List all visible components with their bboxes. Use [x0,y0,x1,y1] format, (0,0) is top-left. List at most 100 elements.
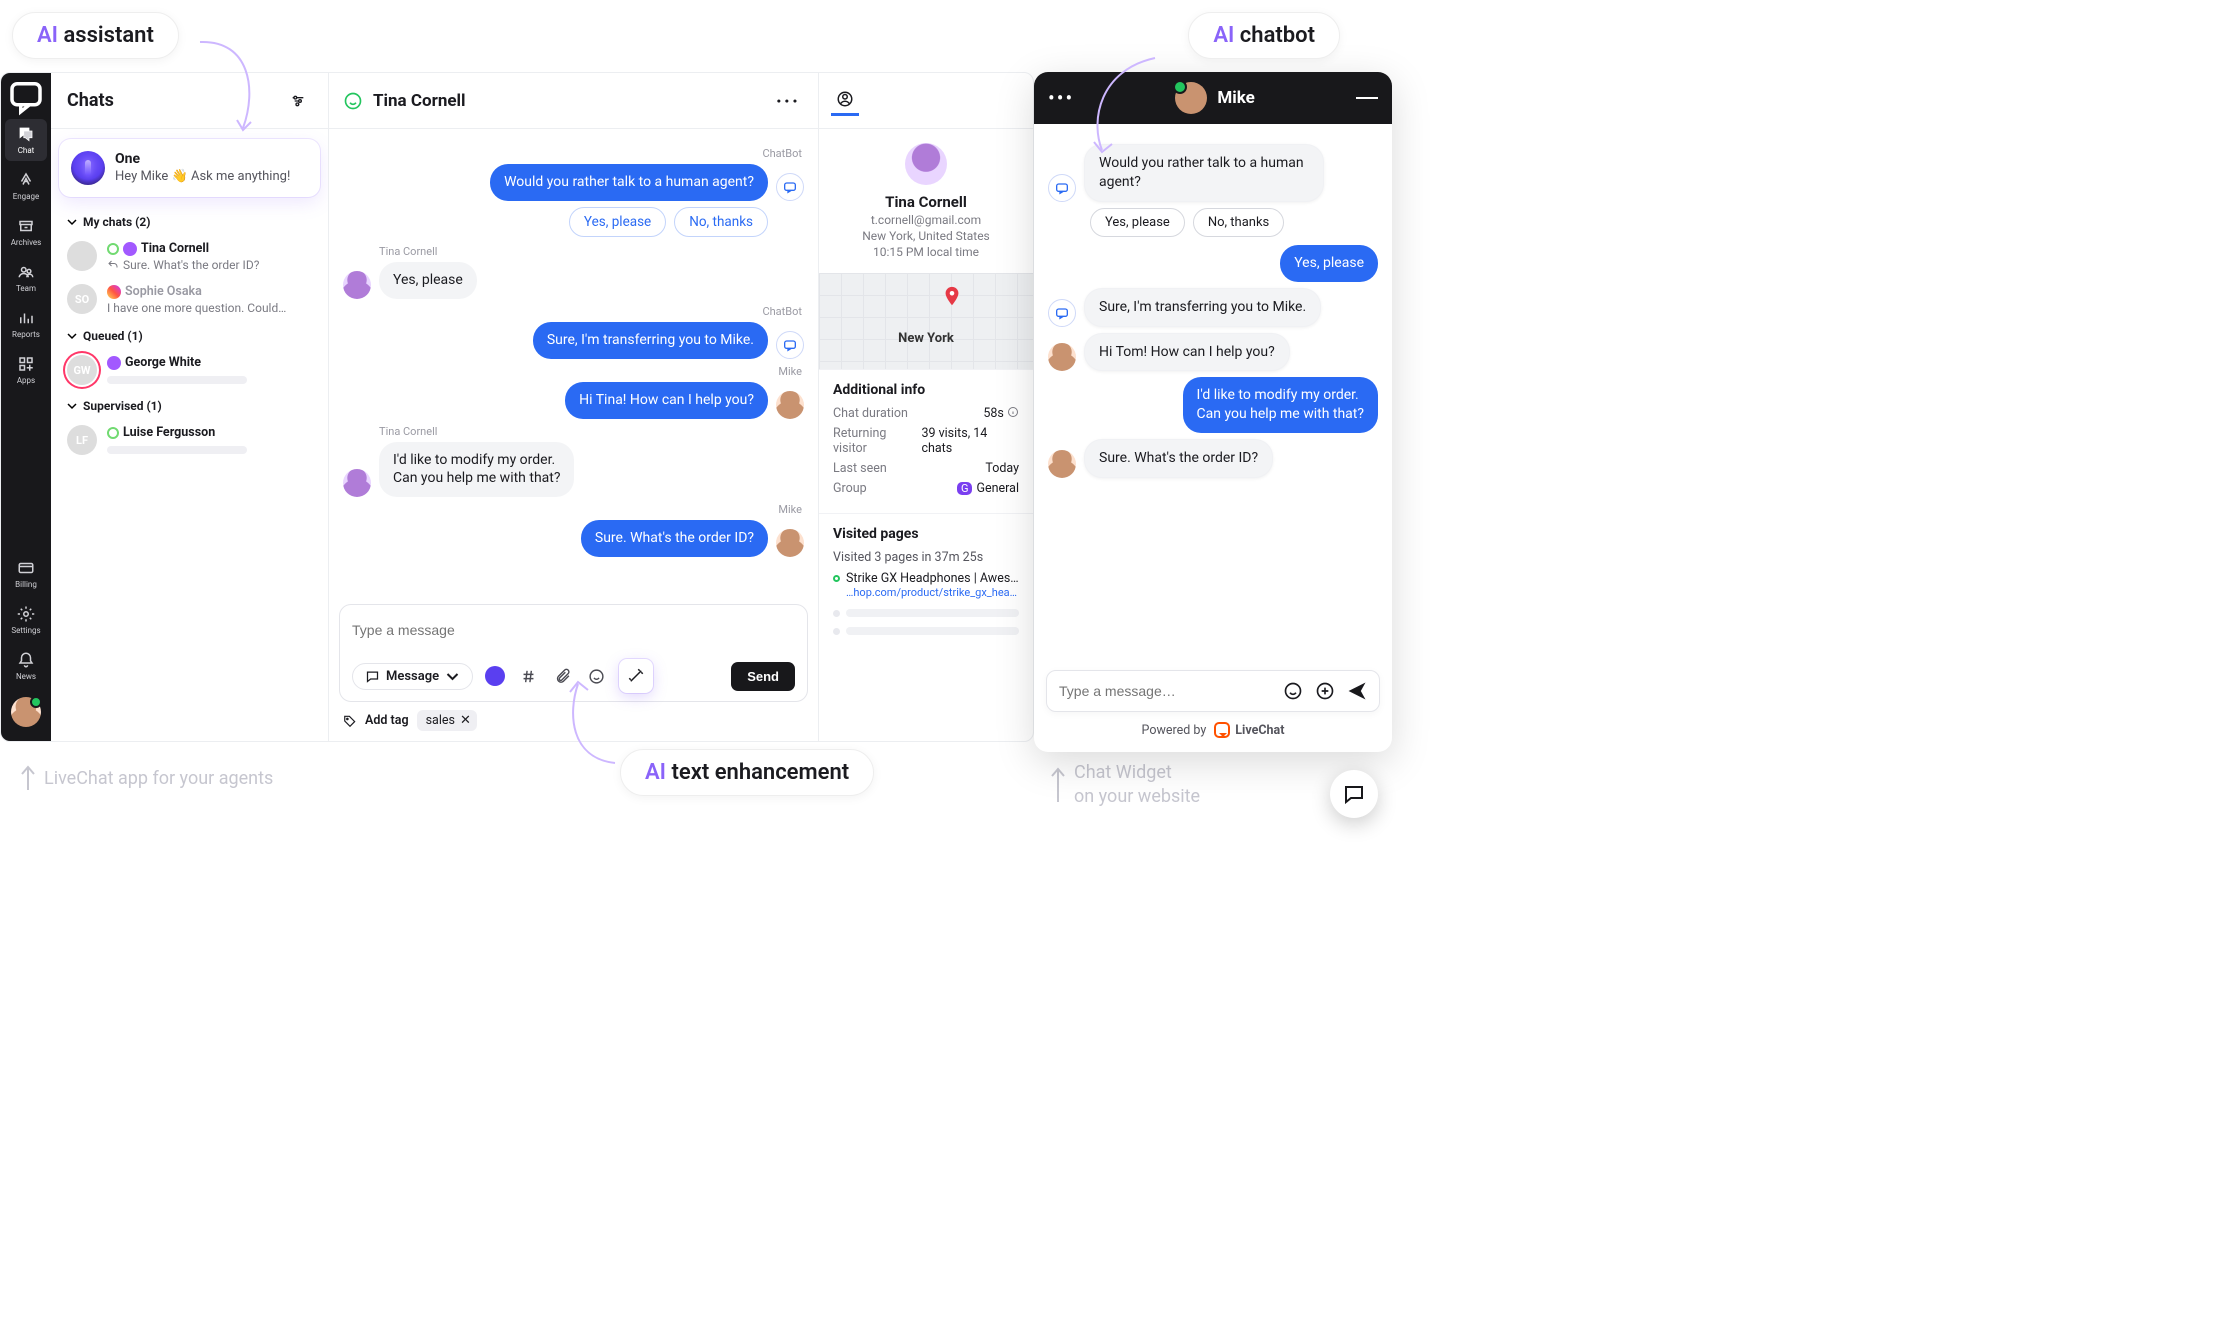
filter-button[interactable] [284,87,312,115]
nav-settings[interactable]: Settings [5,599,47,641]
widget-agent-name: Mike [1217,88,1254,108]
chat-item-name: Luise Fergusson [123,425,215,440]
nav-reports[interactable]: Reports [5,303,47,345]
quick-reply-yes[interactable]: Yes, please [1090,208,1185,237]
avatar [776,529,804,557]
nav-billing[interactable]: Billing [5,553,47,595]
chat-launcher-button[interactable] [1330,770,1378,818]
message-bubble: Would you rather talk to a human agent? [490,164,768,201]
send-button[interactable]: Send [731,662,795,691]
chat-list-panel: Chats One Hey Mike 👋 Ask me anything! My… [51,73,329,741]
map-pin-icon [941,285,963,311]
chat-item-name: Sophie Osaka [125,284,202,299]
sender-label: Mike [343,503,802,516]
minimize-button[interactable] [1356,97,1378,99]
message-bubble: I'd like to modify my order. Can you hel… [379,442,574,498]
powered-by-label: Powered by [1142,723,1207,738]
brand-icon[interactable] [5,79,47,113]
message-type-selector[interactable]: Message [352,663,473,690]
customer-avatar [905,143,947,185]
map-city-label: New York [898,331,954,346]
agent-avatar [1048,450,1076,478]
chat-item-tina[interactable]: Tina Cornell Sure. What's the order ID? [57,235,322,278]
sender-label: ChatBot [343,147,802,160]
section-queued[interactable]: Queued (1) [57,321,322,349]
emoji-icon[interactable] [1283,681,1303,701]
quick-reply-no[interactable]: No, thanks [674,207,768,237]
livechat-logo[interactable]: LiveChat [1214,722,1284,738]
tag-icon [343,714,357,728]
avatar: LF [67,425,97,455]
one-subtitle: Hey Mike 👋 Ask me anything! [115,169,290,184]
nav-archives[interactable]: Archives [5,211,47,253]
message-bubble: Hi Tom! How can I help you? [1084,333,1290,372]
status-smile-icon [343,91,363,111]
message-bubble: I'd like to modify my order. Can you hel… [1183,377,1378,433]
sender-label: ChatBot [343,305,802,318]
active-dot-icon [833,575,840,582]
info-icon [1007,406,1019,418]
message-bubble: Sure, I'm transferring you to Mike. [1084,288,1321,327]
avatar: GW [67,355,97,385]
customer-email: t.cornell@gmail.com [871,213,981,227]
visited-page-row[interactable]: Strike GX Headphones | Awesome …hop.com/… [833,571,1019,599]
section-supervised[interactable]: Supervised (1) [57,391,322,419]
send-icon[interactable] [1347,681,1367,701]
chat-widget: ••• Mike Would you rather talk to a huma… [1034,72,1392,752]
chat-list-title: Chats [67,90,114,111]
widget-message-input[interactable] [1059,683,1271,699]
chat-item-george[interactable]: GW George White [57,349,322,391]
agent-avatar [1048,343,1076,371]
quick-reply-no[interactable]: No, thanks [1193,208,1284,237]
avatar [343,271,371,299]
avatar [67,241,97,271]
one-avatar-icon [71,151,105,185]
section-my-chats[interactable]: My chats (2) [57,207,322,235]
source-messenger-icon [123,242,137,256]
nav-news[interactable]: News [5,645,47,687]
details-tab-profile[interactable] [831,86,859,116]
add-tag-button[interactable]: Add tag [365,713,409,728]
message-bubble: Sure. What's the order ID? [581,520,768,557]
hashtag-icon[interactable] [517,665,539,687]
nav-engage[interactable]: Engage [5,165,47,207]
nav-apps[interactable]: Apps [5,349,47,391]
more-button[interactable]: ··· [772,85,804,117]
source-instagram-icon [107,285,121,299]
chat-item-preview: I have one more question. Could… [107,301,286,315]
current-user-avatar[interactable] [11,697,41,727]
nav-chat[interactable]: Chat [5,119,47,161]
customer-local-time: 10:15 PM local time [873,245,979,259]
sender-label: Tina Cornell [379,425,802,438]
callout-ai-chatbot: AI chatbot [1188,12,1340,59]
chat-item-name: George White [125,355,201,370]
add-icon[interactable] [1315,681,1335,701]
preview-placeholder [107,446,247,454]
chat-item-luise[interactable]: LF Luise Fergusson [57,419,322,461]
nav-rail: Chat Engage Archives Team Reports Apps B… [1,73,51,741]
nav-team[interactable]: Team [5,257,47,299]
customer-location: New York, United States [862,229,990,243]
chat-item-sophie[interactable]: SO Sophie Osaka I have one more question… [57,278,322,321]
message-input[interactable] [352,615,795,645]
quick-reply-yes[interactable]: Yes, please [569,207,666,237]
conversation-panel: Tina Cornell ··· ChatBot Would you rathe… [329,73,819,741]
callout-ai-text-enhancement: AI text enhancement [620,749,874,796]
livechat-app: Chat Engage Archives Team Reports Apps B… [0,72,1034,742]
sender-label: Mike [343,365,802,378]
chat-item-preview: Sure. What's the order ID? [123,258,259,272]
chat-item-name: Tina Cornell [141,241,209,256]
remove-tag-icon[interactable]: ✕ [460,713,471,728]
footnote-chat-widget: Chat Widgeton your website [1050,761,1200,808]
agent-avatar [1175,82,1207,114]
message-bubble: Sure, I'm transferring you to Mike. [533,322,768,359]
footnote-agent-app: LiveChat app for your agents [20,764,273,792]
ai-assistant-card[interactable]: One Hey Mike 👋 Ask me anything! [59,139,320,197]
message-bubble: Yes, please [379,262,477,299]
tag-chip[interactable]: sales ✕ [417,710,477,731]
sender-label: Tina Cornell [379,245,802,258]
customer-name: Tina Cornell [885,193,967,211]
message-bubble: Yes, please [1280,245,1378,282]
location-map[interactable]: New York [819,273,1033,369]
voice-icon[interactable] [485,666,505,686]
